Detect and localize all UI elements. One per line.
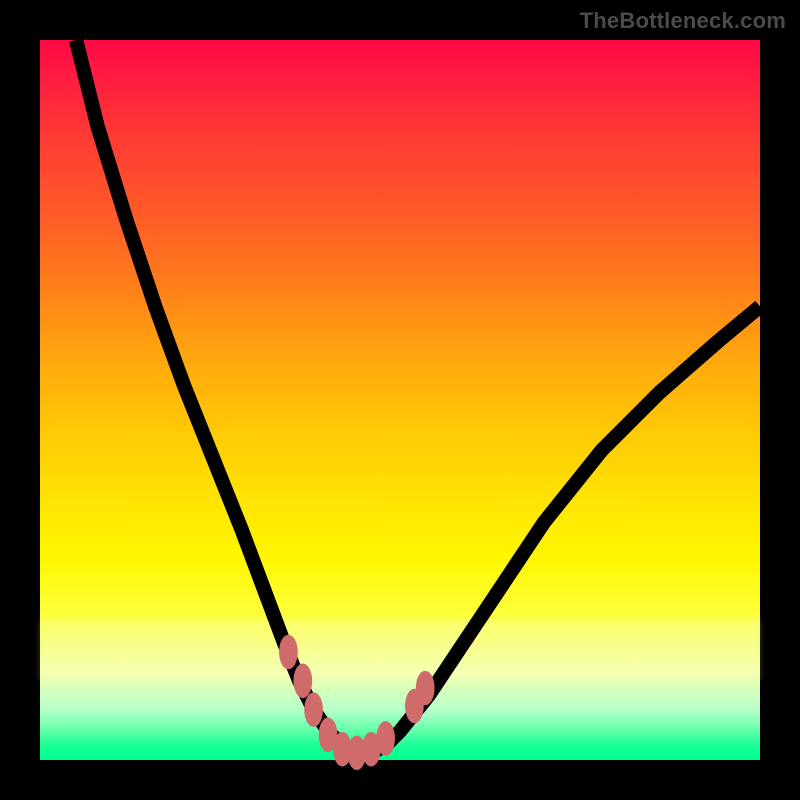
highlight-dot — [376, 721, 395, 756]
outer-frame: TheBottleneck.com — [0, 0, 800, 800]
highlight-dot — [279, 635, 298, 670]
bottleneck-curve — [76, 40, 760, 753]
highlight-dot — [293, 664, 312, 699]
attribution-text: TheBottleneck.com — [580, 8, 786, 34]
highlight-dot — [304, 692, 323, 727]
highlight-dot — [416, 671, 435, 706]
curve-layer — [40, 40, 760, 760]
